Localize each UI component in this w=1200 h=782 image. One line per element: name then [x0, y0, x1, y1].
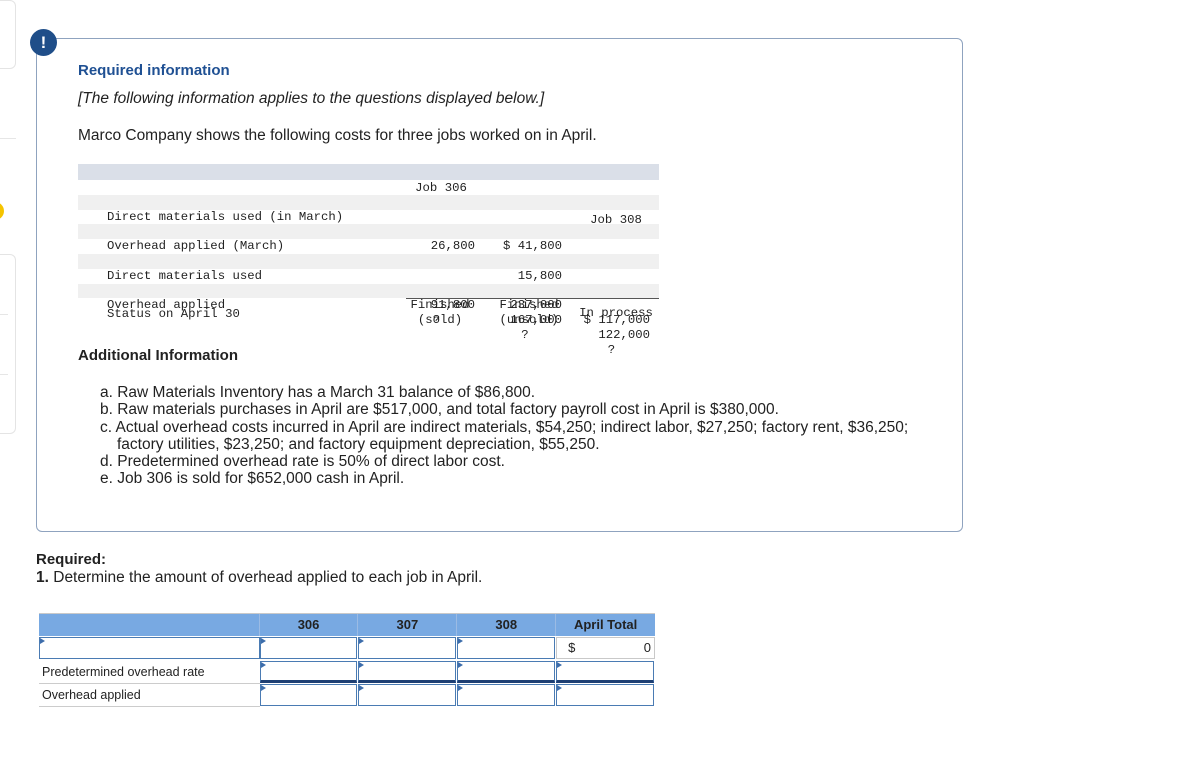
- answer-grid: 306 307 308 April Total $ 0 Predetermine…: [39, 613, 656, 707]
- status-line: (unsold): [499, 313, 559, 328]
- intro-text: Marco Company shows the following costs …: [78, 127, 597, 144]
- list-item: c. Actual overhead costs incurred in Apr…: [100, 418, 909, 436]
- list-item: d. Predetermined overhead rate is 50% of…: [100, 453, 505, 471]
- overhead-input-307[interactable]: [358, 684, 457, 706]
- divider: [0, 314, 8, 315]
- required-information-title: Required information: [78, 62, 230, 79]
- job-cost-table: Job 306 Job 307 Job 308 Balances on Marc…: [78, 164, 659, 357]
- row-label: Predetermined overhead rate: [39, 661, 260, 684]
- column-header-308: 308: [457, 614, 557, 636]
- column-header-307: 307: [358, 614, 458, 636]
- list-item-continuation: factory utilities, $23,250; and factory …: [117, 435, 600, 453]
- list-item: b. Raw materials purchases in April are …: [100, 401, 779, 419]
- side-panel-tab: [0, 254, 16, 434]
- total-value: 0: [643, 640, 652, 655]
- side-panel-tab: [0, 0, 16, 69]
- currency-symbol: $: [568, 640, 576, 655]
- rate-input-total[interactable]: [556, 661, 655, 683]
- status-line: Finished: [499, 298, 559, 313]
- column-header-blank: [39, 614, 260, 636]
- rate-input-307[interactable]: [358, 661, 457, 683]
- row-label: Overhead applied: [39, 684, 260, 707]
- flag-marker: [0, 202, 4, 220]
- required-title: Required:: [36, 551, 107, 568]
- column-header-306: 306: [260, 614, 359, 636]
- section-header-row: Costs during April: [78, 239, 659, 268]
- list-item: a. Raw Materials Inventory has a March 3…: [100, 384, 536, 401]
- grid-row: Overhead applied: [39, 684, 655, 707]
- question-number: 1.: [36, 569, 49, 586]
- overhead-input-306[interactable]: [259, 684, 358, 706]
- table-row: Overhead applied ? ? ?: [78, 283, 659, 357]
- input-306[interactable]: [259, 637, 358, 659]
- table-row: Direct labor used 91,800 167,000 122,000: [78, 269, 659, 342]
- grid-row: $ 0: [39, 637, 656, 660]
- table-row: Direct labor used (in March) 26,800 24,8…: [78, 210, 659, 268]
- cell-value: ?: [607, 342, 616, 357]
- section-header-row: Balances on March 31: [78, 180, 659, 209]
- row-label-input[interactable]: [39, 637, 260, 659]
- information-subtitle: [The following information applies to th…: [78, 90, 545, 107]
- table-header-row: Job 306 Job 307 Job 308: [78, 164, 659, 227]
- overhead-input-308[interactable]: [457, 684, 556, 706]
- status-value: Finished (unsold): [488, 298, 570, 328]
- additional-information-title: Additional Information: [78, 347, 238, 364]
- grid-header-row: 306 307 308 April Total: [39, 613, 655, 636]
- grid-row: Predetermined overhead rate: [39, 661, 655, 684]
- april-total-cell: $ 0: [556, 637, 656, 659]
- alert-icon: !: [30, 29, 57, 56]
- status-value: Finished (sold): [398, 298, 482, 328]
- status-line: (sold): [417, 313, 463, 328]
- status-row: Status on April 30 Finished (sold) Finis…: [78, 298, 659, 330]
- additional-information-list: a. Raw Materials Inventory has a March 3…: [100, 384, 908, 488]
- column-header-april-total: April Total: [573, 617, 638, 632]
- row-label: Status on April 30: [107, 307, 240, 322]
- list-item: e. Job 306 is sold for $652,000 cash in …: [100, 470, 405, 488]
- table-row: Direct materials used (in March) $ 35,80…: [78, 194, 659, 253]
- status-value: In process: [579, 306, 653, 321]
- table-row: Direct materials used 152,000 237,000 $ …: [78, 253, 659, 327]
- rate-input-306[interactable]: [259, 661, 358, 683]
- table-row: Overhead applied (March) 16,800 15,800: [78, 224, 659, 283]
- overhead-input-total[interactable]: [556, 684, 655, 706]
- input-308[interactable]: [457, 637, 556, 659]
- input-307[interactable]: [358, 637, 457, 659]
- divider: [0, 374, 8, 375]
- required-question: 1. Determine the amount of overhead appl…: [36, 569, 482, 587]
- rate-input-308[interactable]: [457, 661, 556, 683]
- divider: [0, 138, 16, 139]
- status-line: Finished: [410, 298, 470, 313]
- question-text: Determine the amount of overhead applied…: [48, 569, 483, 586]
